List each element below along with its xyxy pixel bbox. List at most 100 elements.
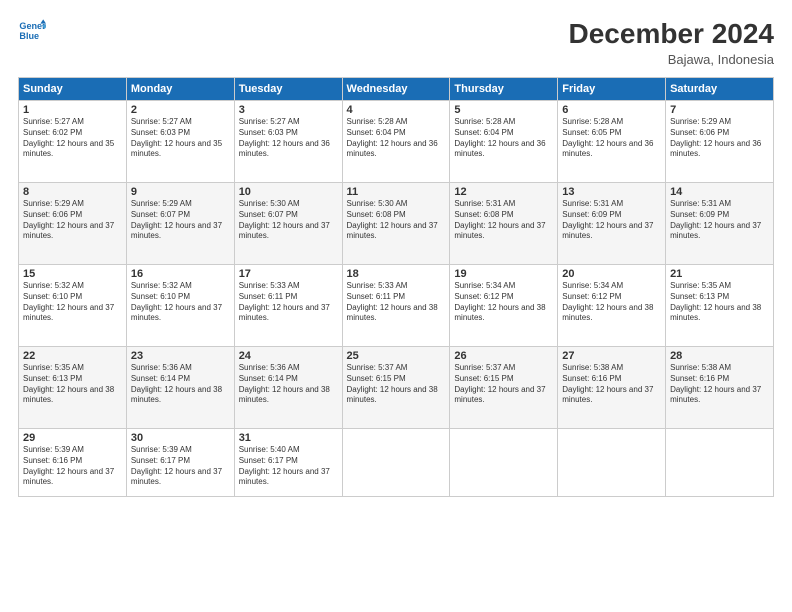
table-row: 23Sunrise: 5:36 AMSunset: 6:14 PMDayligh…	[126, 347, 234, 429]
day-number: 27	[562, 350, 661, 362]
table-row: 5Sunrise: 5:28 AMSunset: 6:04 PMDaylight…	[450, 101, 558, 183]
table-row: 25Sunrise: 5:37 AMSunset: 6:15 PMDayligh…	[342, 347, 450, 429]
day-info: Sunrise: 5:28 AMSunset: 6:04 PMDaylight:…	[454, 117, 553, 160]
day-info: Sunrise: 5:36 AMSunset: 6:14 PMDaylight:…	[239, 363, 338, 406]
day-number: 30	[131, 432, 230, 444]
day-info: Sunrise: 5:31 AMSunset: 6:09 PMDaylight:…	[670, 199, 769, 242]
col-tuesday: Tuesday	[234, 78, 342, 101]
day-info: Sunrise: 5:27 AMSunset: 6:03 PMDaylight:…	[239, 117, 338, 160]
day-number: 9	[131, 186, 230, 198]
day-info: Sunrise: 5:30 AMSunset: 6:07 PMDaylight:…	[239, 199, 338, 242]
day-number: 20	[562, 268, 661, 280]
table-row	[558, 429, 666, 497]
day-number: 11	[347, 186, 446, 198]
svg-text:Blue: Blue	[19, 31, 39, 41]
table-row: 10Sunrise: 5:30 AMSunset: 6:07 PMDayligh…	[234, 183, 342, 265]
table-row: 18Sunrise: 5:33 AMSunset: 6:11 PMDayligh…	[342, 265, 450, 347]
table-row: 13Sunrise: 5:31 AMSunset: 6:09 PMDayligh…	[558, 183, 666, 265]
table-row	[666, 429, 774, 497]
logo: General Blue	[18, 18, 46, 46]
col-thursday: Thursday	[450, 78, 558, 101]
table-row: 4Sunrise: 5:28 AMSunset: 6:04 PMDaylight…	[342, 101, 450, 183]
col-saturday: Saturday	[666, 78, 774, 101]
day-number: 31	[239, 432, 338, 444]
table-row: 8Sunrise: 5:29 AMSunset: 6:06 PMDaylight…	[19, 183, 127, 265]
day-number: 12	[454, 186, 553, 198]
day-number: 1	[23, 104, 122, 116]
day-info: Sunrise: 5:33 AMSunset: 6:11 PMDaylight:…	[347, 281, 446, 324]
table-row: 6Sunrise: 5:28 AMSunset: 6:05 PMDaylight…	[558, 101, 666, 183]
table-row: 24Sunrise: 5:36 AMSunset: 6:14 PMDayligh…	[234, 347, 342, 429]
day-info: Sunrise: 5:39 AMSunset: 6:17 PMDaylight:…	[131, 445, 230, 488]
table-row: 30Sunrise: 5:39 AMSunset: 6:17 PMDayligh…	[126, 429, 234, 497]
day-number: 29	[23, 432, 122, 444]
day-number: 15	[23, 268, 122, 280]
col-monday: Monday	[126, 78, 234, 101]
table-row: 20Sunrise: 5:34 AMSunset: 6:12 PMDayligh…	[558, 265, 666, 347]
subtitle: Bajawa, Indonesia	[569, 52, 774, 67]
main-title: December 2024	[569, 18, 774, 50]
day-info: Sunrise: 5:34 AMSunset: 6:12 PMDaylight:…	[454, 281, 553, 324]
day-number: 25	[347, 350, 446, 362]
day-info: Sunrise: 5:29 AMSunset: 6:07 PMDaylight:…	[131, 199, 230, 242]
day-number: 8	[23, 186, 122, 198]
day-number: 14	[670, 186, 769, 198]
page-header: General Blue December 2024 Bajawa, Indon…	[18, 18, 774, 67]
day-number: 2	[131, 104, 230, 116]
day-number: 22	[23, 350, 122, 362]
day-number: 24	[239, 350, 338, 362]
day-number: 26	[454, 350, 553, 362]
table-row: 1Sunrise: 5:27 AMSunset: 6:02 PMDaylight…	[19, 101, 127, 183]
day-info: Sunrise: 5:33 AMSunset: 6:11 PMDaylight:…	[239, 281, 338, 324]
day-number: 28	[670, 350, 769, 362]
table-row: 2Sunrise: 5:27 AMSunset: 6:03 PMDaylight…	[126, 101, 234, 183]
table-row: 14Sunrise: 5:31 AMSunset: 6:09 PMDayligh…	[666, 183, 774, 265]
day-number: 16	[131, 268, 230, 280]
day-info: Sunrise: 5:35 AMSunset: 6:13 PMDaylight:…	[23, 363, 122, 406]
table-row: 16Sunrise: 5:32 AMSunset: 6:10 PMDayligh…	[126, 265, 234, 347]
header-row: Sunday Monday Tuesday Wednesday Thursday…	[19, 78, 774, 101]
day-info: Sunrise: 5:38 AMSunset: 6:16 PMDaylight:…	[562, 363, 661, 406]
day-info: Sunrise: 5:31 AMSunset: 6:09 PMDaylight:…	[562, 199, 661, 242]
day-info: Sunrise: 5:40 AMSunset: 6:17 PMDaylight:…	[239, 445, 338, 488]
calendar-page: General Blue December 2024 Bajawa, Indon…	[0, 0, 792, 612]
table-row: 26Sunrise: 5:37 AMSunset: 6:15 PMDayligh…	[450, 347, 558, 429]
table-row: 29Sunrise: 5:39 AMSunset: 6:16 PMDayligh…	[19, 429, 127, 497]
day-info: Sunrise: 5:39 AMSunset: 6:16 PMDaylight:…	[23, 445, 122, 488]
day-number: 21	[670, 268, 769, 280]
table-row: 27Sunrise: 5:38 AMSunset: 6:16 PMDayligh…	[558, 347, 666, 429]
table-row: 9Sunrise: 5:29 AMSunset: 6:07 PMDaylight…	[126, 183, 234, 265]
table-row: 15Sunrise: 5:32 AMSunset: 6:10 PMDayligh…	[19, 265, 127, 347]
col-friday: Friday	[558, 78, 666, 101]
table-row	[342, 429, 450, 497]
day-info: Sunrise: 5:29 AMSunset: 6:06 PMDaylight:…	[670, 117, 769, 160]
col-sunday: Sunday	[19, 78, 127, 101]
table-row: 28Sunrise: 5:38 AMSunset: 6:16 PMDayligh…	[666, 347, 774, 429]
day-number: 6	[562, 104, 661, 116]
day-info: Sunrise: 5:32 AMSunset: 6:10 PMDaylight:…	[131, 281, 230, 324]
day-number: 7	[670, 104, 769, 116]
day-info: Sunrise: 5:35 AMSunset: 6:13 PMDaylight:…	[670, 281, 769, 324]
day-number: 4	[347, 104, 446, 116]
day-number: 5	[454, 104, 553, 116]
calendar-table: Sunday Monday Tuesday Wednesday Thursday…	[18, 77, 774, 497]
day-info: Sunrise: 5:27 AMSunset: 6:03 PMDaylight:…	[131, 117, 230, 160]
table-row: 21Sunrise: 5:35 AMSunset: 6:13 PMDayligh…	[666, 265, 774, 347]
table-row	[450, 429, 558, 497]
table-row: 11Sunrise: 5:30 AMSunset: 6:08 PMDayligh…	[342, 183, 450, 265]
day-info: Sunrise: 5:28 AMSunset: 6:04 PMDaylight:…	[347, 117, 446, 160]
day-info: Sunrise: 5:37 AMSunset: 6:15 PMDaylight:…	[347, 363, 446, 406]
day-number: 18	[347, 268, 446, 280]
day-info: Sunrise: 5:37 AMSunset: 6:15 PMDaylight:…	[454, 363, 553, 406]
day-info: Sunrise: 5:28 AMSunset: 6:05 PMDaylight:…	[562, 117, 661, 160]
table-row: 22Sunrise: 5:35 AMSunset: 6:13 PMDayligh…	[19, 347, 127, 429]
logo-icon: General Blue	[18, 18, 46, 46]
day-info: Sunrise: 5:27 AMSunset: 6:02 PMDaylight:…	[23, 117, 122, 160]
table-row: 7Sunrise: 5:29 AMSunset: 6:06 PMDaylight…	[666, 101, 774, 183]
col-wednesday: Wednesday	[342, 78, 450, 101]
title-block: December 2024 Bajawa, Indonesia	[569, 18, 774, 67]
day-info: Sunrise: 5:32 AMSunset: 6:10 PMDaylight:…	[23, 281, 122, 324]
day-info: Sunrise: 5:30 AMSunset: 6:08 PMDaylight:…	[347, 199, 446, 242]
table-row: 31Sunrise: 5:40 AMSunset: 6:17 PMDayligh…	[234, 429, 342, 497]
day-info: Sunrise: 5:31 AMSunset: 6:08 PMDaylight:…	[454, 199, 553, 242]
